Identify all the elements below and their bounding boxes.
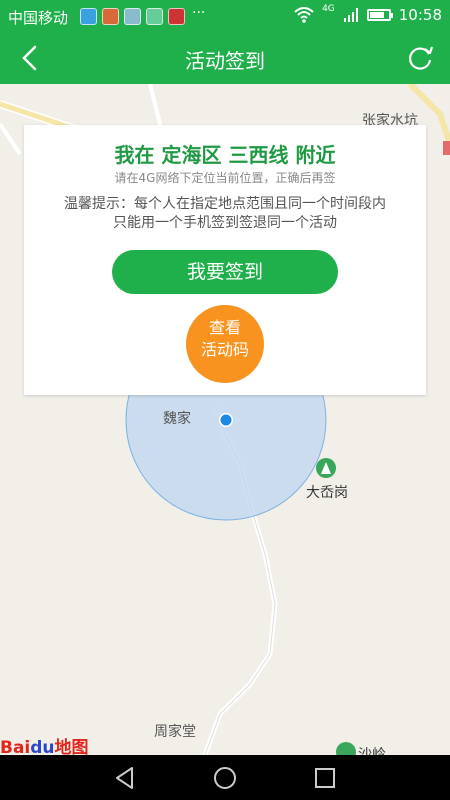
map-label-shaling: 沙岭 bbox=[358, 747, 386, 755]
status-right: 4G 10:58 bbox=[294, 4, 442, 24]
clock: 10:58 bbox=[398, 6, 442, 24]
location-line: 我在 定海区 三西线 附近 bbox=[114, 143, 336, 167]
system-nav-bar bbox=[0, 755, 450, 800]
signal-icon bbox=[343, 8, 358, 22]
battery-icon bbox=[366, 9, 393, 21]
network-type: 4G bbox=[322, 4, 335, 14]
page-title: 活动签到 bbox=[185, 49, 265, 73]
area-name: 三西线 bbox=[228, 143, 289, 167]
app-notification-icon bbox=[124, 8, 141, 25]
app-notification-icon bbox=[102, 8, 119, 25]
app-bar: 活动签到 bbox=[0, 32, 450, 84]
app-notification-icon bbox=[146, 8, 163, 25]
carrier-name: 中国移动 bbox=[8, 9, 69, 27]
refresh-icon[interactable] bbox=[400, 38, 440, 78]
map-label-zhoujiatang: 周家堂 bbox=[154, 724, 196, 740]
recents-square-icon[interactable] bbox=[310, 763, 340, 793]
view-activity-code-button[interactable]: 查看 活动码 bbox=[186, 305, 264, 383]
app-notification-icon bbox=[168, 8, 185, 25]
wifi-icon bbox=[294, 7, 314, 23]
tip-text: 温馨提示：每个人在指定地点范围且同一个时间段内 只能用一个手机签到签退同一个活动 bbox=[64, 196, 386, 231]
overflow-dots: ··· bbox=[192, 5, 206, 21]
district-name: 定海区 bbox=[161, 143, 222, 167]
status-bar: 中国移动 ··· 4G 10:58 bbox=[0, 0, 450, 32]
app-notification-icon bbox=[80, 8, 97, 25]
back-triangle-icon[interactable] bbox=[110, 763, 140, 793]
map-label-daxiang: 大岙岗 bbox=[306, 485, 348, 501]
home-circle-icon[interactable] bbox=[210, 763, 240, 793]
network-hint: 请在4G网络下定位当前位置，正确后再签 bbox=[114, 171, 336, 185]
notification-icons bbox=[80, 8, 185, 25]
checkin-button[interactable]: 我要签到 bbox=[112, 250, 338, 294]
map-label-weijia: 魏家 bbox=[163, 411, 191, 427]
